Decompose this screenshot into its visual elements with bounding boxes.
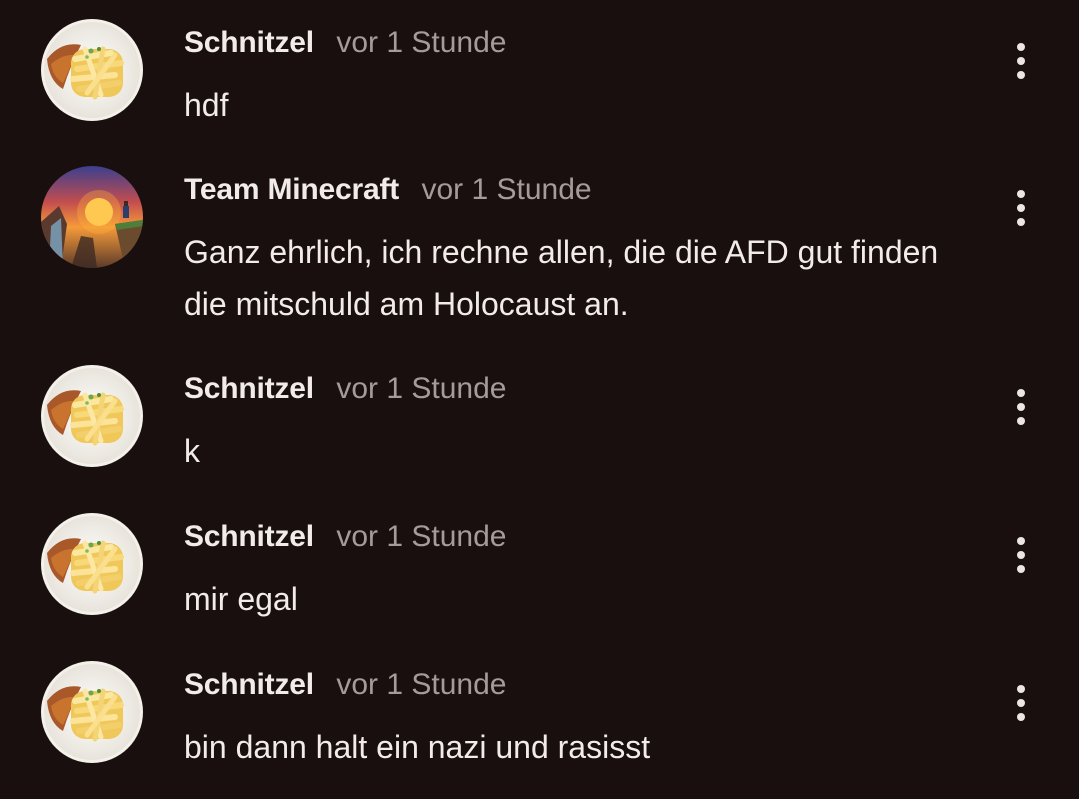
schnitzel-fries-avatar	[41, 661, 143, 763]
comment-meta: Team Minecraft vor 1 Stunde	[184, 172, 592, 208]
comment-text: mir egal	[184, 581, 298, 617]
comment-time: vor 1 Stunde	[421, 173, 592, 206]
more-vertical-icon[interactable]	[1003, 683, 1039, 723]
more-vertical-icon[interactable]	[1003, 387, 1039, 427]
comment-meta: Schnitzel vor 1 Stunde	[184, 371, 506, 407]
comment-time: vor 1 Stunde	[336, 26, 507, 59]
avatar[interactable]	[41, 513, 143, 615]
comment-text: k	[184, 433, 200, 469]
avatar[interactable]	[41, 19, 143, 121]
comment-author[interactable]: Schnitzel	[184, 26, 314, 59]
comment-time: vor 1 Stunde	[336, 372, 507, 405]
comment-text: bin dann halt ein nazi und rasisst	[184, 729, 651, 765]
comment-author[interactable]: Team Minecraft	[184, 173, 399, 206]
avatar[interactable]	[41, 365, 143, 467]
comment-author[interactable]: Schnitzel	[184, 668, 314, 701]
more-vertical-icon[interactable]	[1003, 188, 1039, 228]
sunset-cliff-avatar	[41, 166, 143, 268]
comment-meta: Schnitzel vor 1 Stunde	[184, 519, 506, 555]
comment-meta: Schnitzel vor 1 Stunde	[184, 667, 506, 703]
comment-text: hdf	[184, 87, 229, 123]
schnitzel-fries-avatar	[41, 19, 143, 121]
comment-author[interactable]: Schnitzel	[184, 372, 314, 405]
comment-time: vor 1 Stunde	[336, 668, 507, 701]
comment-author[interactable]: Schnitzel	[184, 520, 314, 553]
avatar[interactable]	[41, 661, 143, 763]
comment-meta: Schnitzel vor 1 Stunde	[184, 25, 506, 61]
schnitzel-fries-avatar	[41, 513, 143, 615]
comment-list: Schnitzel vor 1 Stunde hdf Team Minecraf…	[0, 0, 1079, 799]
more-vertical-icon[interactable]	[1003, 41, 1039, 81]
avatar[interactable]	[41, 166, 143, 268]
schnitzel-fries-avatar	[41, 365, 143, 467]
more-vertical-icon[interactable]	[1003, 535, 1039, 575]
comment-time: vor 1 Stunde	[336, 520, 507, 553]
comment-text: Ganz ehrlich, ich rechne allen, die die …	[184, 234, 939, 322]
